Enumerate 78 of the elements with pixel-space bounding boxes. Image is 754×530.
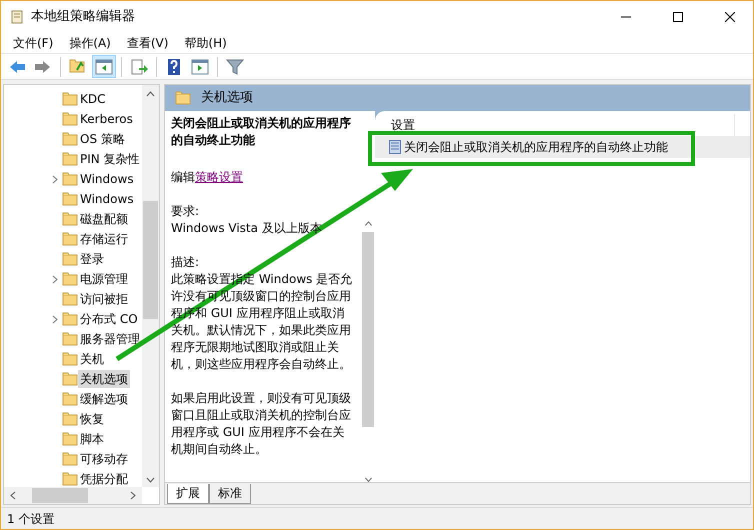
tree-item[interactable]: 磁盘配额: [78, 210, 130, 228]
folder-icon: [62, 471, 78, 487]
expand-chevron-icon[interactable]: [52, 314, 58, 324]
filter-icon[interactable]: [226, 58, 244, 76]
list-row[interactable]: 关闭会阻止或取消关机的应用程序的自动终止功能: [375, 136, 750, 158]
tree-item[interactable]: 凭据分配: [78, 470, 130, 488]
folder-icon: [62, 131, 78, 147]
folder-icon: [62, 211, 78, 227]
folder-icon: [62, 251, 78, 267]
folder-icon: [62, 391, 78, 407]
folder-icon: [62, 331, 78, 347]
scroll-icon: [9, 8, 25, 24]
scroll-right-icon[interactable]: [130, 491, 136, 500]
edit-label: 编辑: [171, 170, 195, 184]
folder-icon: [62, 151, 78, 167]
folder-icon: [62, 411, 78, 427]
action-pane-icon[interactable]: [191, 58, 209, 76]
folder-icon: [62, 111, 78, 127]
tree-item[interactable]: 恢复: [78, 410, 106, 428]
tree-item[interactable]: Kerberos: [78, 110, 135, 128]
description-paragraph: 如果启用此设置，则没有可见顶级窗口且阻止或取消关机的控制台应用程序或 GUI 应用程序不会在关机期间自动终止。: [171, 390, 352, 458]
scroll-down-icon[interactable]: [146, 477, 155, 483]
policy-settings-link[interactable]: 策略设置: [195, 170, 243, 184]
folder-icon: [62, 191, 78, 207]
tree-item[interactable]: 分布式 CO: [78, 310, 140, 328]
description-label: 描述:: [171, 254, 200, 271]
expand-chevron-icon[interactable]: [52, 274, 58, 284]
panel-title: 关机选项: [201, 89, 253, 108]
tree-item[interactable]: Windows: [78, 190, 136, 208]
maximize-icon: [673, 12, 683, 22]
menu-item[interactable]: 帮助(H): [176, 34, 235, 52]
tree-item[interactable]: 可移动存: [78, 450, 130, 468]
close-icon: [725, 12, 735, 22]
folder-icon: [62, 291, 78, 307]
folder-icon: [62, 231, 78, 247]
tree-item[interactable]: 缓解选项: [78, 390, 130, 408]
tree-item[interactable]: 脚本: [78, 430, 106, 448]
tab[interactable]: 扩展: [167, 484, 209, 504]
tree-pane-icon[interactable]: [95, 58, 113, 76]
folder-icon: [62, 311, 78, 327]
scrollbar-thumb[interactable]: [143, 201, 158, 319]
folder-icon: [62, 371, 78, 387]
tree-item[interactable]: KDC: [78, 90, 108, 108]
folder-icon: [62, 171, 78, 187]
export-list-icon[interactable]: [130, 58, 148, 76]
menu-item[interactable]: 查看(V): [118, 34, 176, 52]
scrollbar-thumb[interactable]: [32, 488, 88, 503]
window-title: 本地组策略编辑器: [31, 8, 136, 26]
tree-item[interactable]: 存储运行: [78, 230, 130, 248]
tree-item[interactable]: Windows: [78, 170, 136, 188]
scroll-down-icon[interactable]: [364, 476, 372, 482]
expand-chevron-icon[interactable]: [52, 174, 58, 184]
requirements-label: 要求:: [171, 203, 200, 220]
folder-icon: [62, 451, 78, 467]
tree-item[interactable]: OS 策略: [78, 130, 127, 148]
folder-icon: [62, 271, 78, 287]
tree-item[interactable]: 登录: [78, 250, 106, 268]
tree-item[interactable]: 关机选项: [78, 370, 130, 388]
help-icon[interactable]: [165, 58, 183, 76]
menu-item[interactable]: 文件(F): [5, 34, 62, 52]
tree-item[interactable]: PIN 复杂性: [78, 150, 142, 168]
folder-up-icon[interactable]: [69, 58, 87, 76]
folder-icon: [62, 351, 78, 367]
folder-icon: [62, 431, 78, 447]
scroll-up-icon[interactable]: [364, 221, 372, 226]
tree-item[interactable]: 服务器管理: [78, 330, 142, 348]
folder-icon: [175, 90, 191, 106]
policy-setting-icon: [389, 140, 401, 154]
scroll-left-icon[interactable]: [10, 491, 16, 500]
scrollbar-thumb[interactable]: [362, 232, 374, 427]
policy-heading: 关闭会阻止或取消关机的应用程序的自动终止功能: [171, 115, 352, 149]
tree-item[interactable]: 访问被拒: [78, 290, 130, 308]
tab[interactable]: 标准: [209, 484, 251, 504]
menu-item[interactable]: 操作(A): [61, 34, 119, 52]
scroll-up-icon[interactable]: [146, 91, 155, 97]
tree-item[interactable]: 电源管理: [78, 270, 130, 288]
folder-icon: [62, 91, 78, 107]
tree-item[interactable]: 关机: [78, 350, 106, 368]
